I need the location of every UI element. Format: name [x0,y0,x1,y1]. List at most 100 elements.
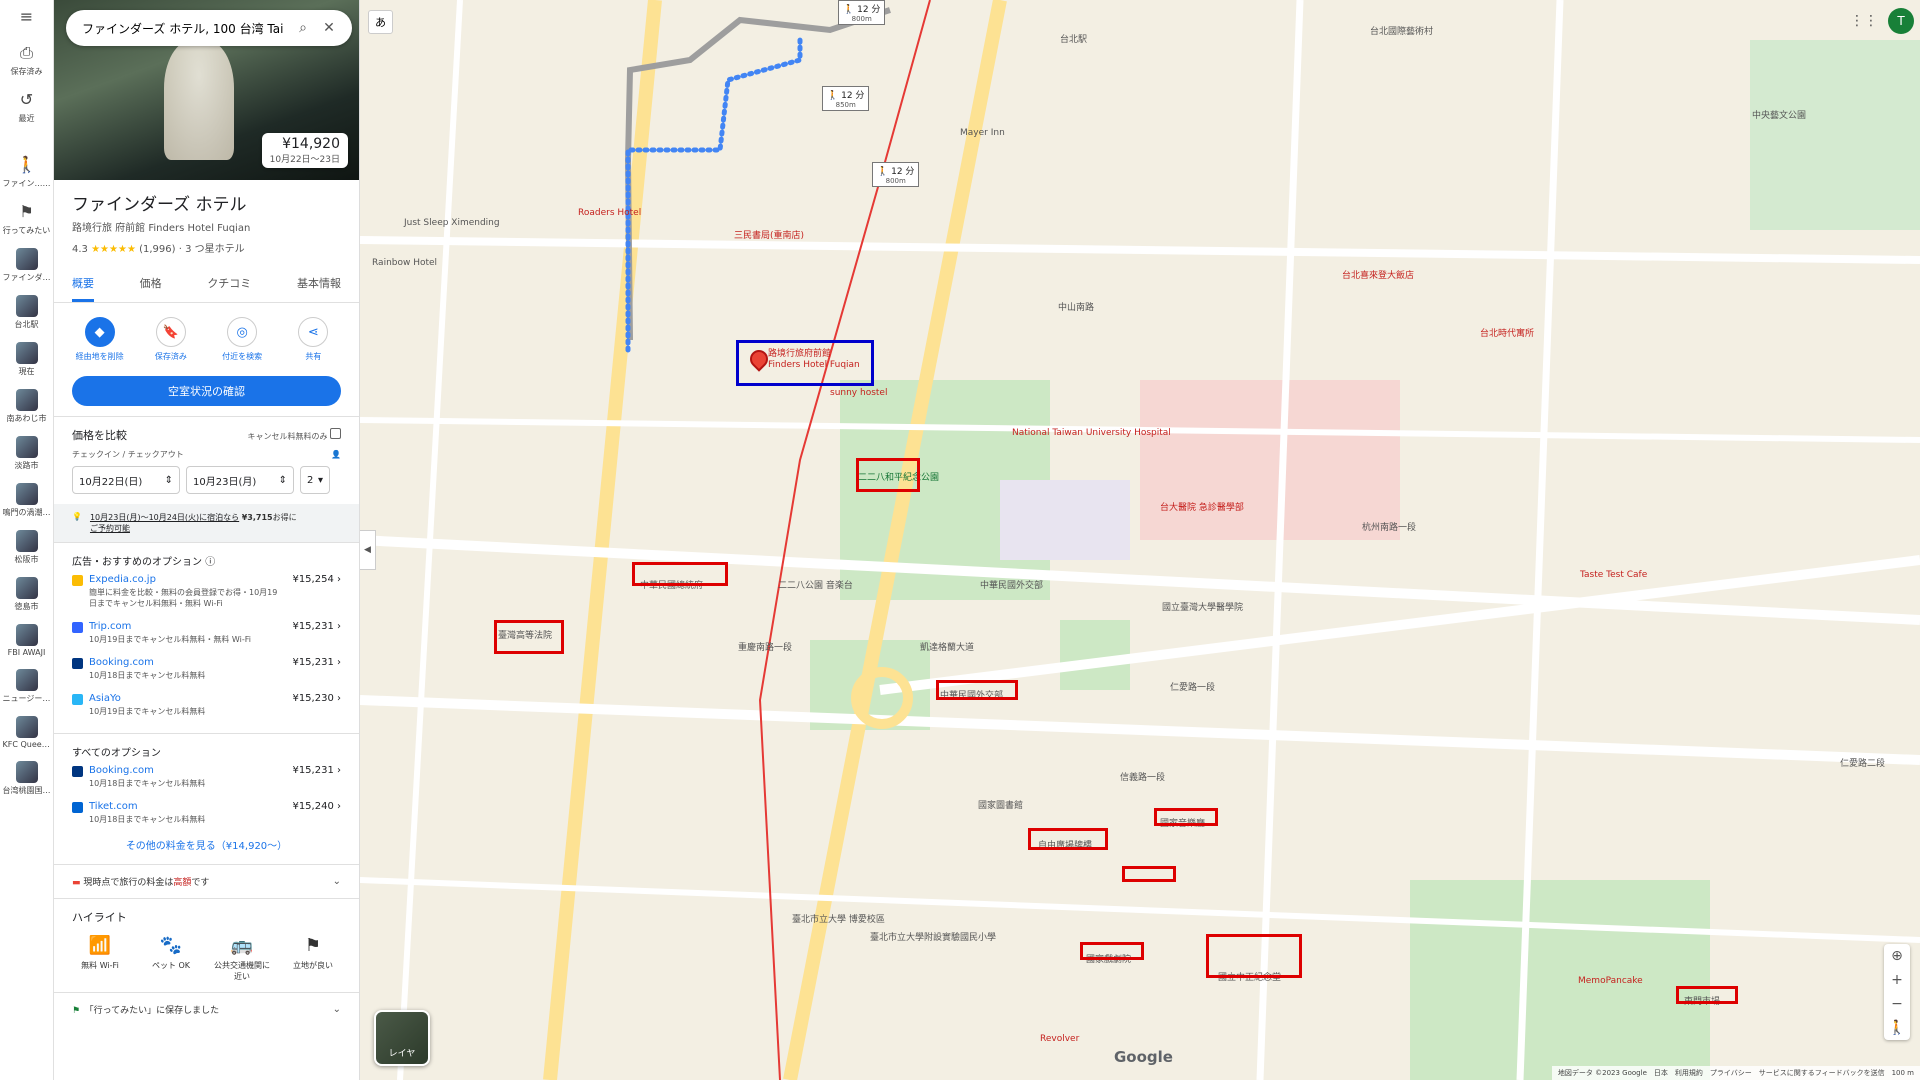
map-canvas[interactable]: あ ⋮⋮ T レイヤ ⊕ + − 🚶 Google 地図データ ©2023 Go… [360,0,1920,1080]
map-place-label[interactable]: Rainbow Hotel [372,258,437,268]
map-footer[interactable]: 地図データ ©2023 Google 日本 利用規約 プライバシー サービスに関… [1551,1066,1920,1080]
compare-title: 価格を比較 [72,429,127,442]
rail-item[interactable]: 南あわじ市 [0,383,53,430]
stepper-icon[interactable]: ⇕ [165,475,173,486]
action-label: 共有 [305,352,322,361]
lightbulb-icon: 💡 [72,512,82,521]
rail-item[interactable]: 鳴門の渦潮 海水浴場 [0,477,53,524]
search-box[interactable]: ⌕ ✕ [66,10,352,46]
rail-item[interactable]: 松阪市 [0,524,53,571]
map-place-label[interactable]: 杭州南路一段 [1362,520,1416,533]
map-place-label[interactable]: 仁愛路一段 [1170,680,1215,693]
rail-item[interactable]: 台北駅 [0,289,53,336]
map-place-label[interactable]: 台北喜來登大飯店 [1342,268,1414,281]
rail-item[interactable]: 🚶 ファイン… 12 分 [0,148,53,195]
map-place-label[interactable]: Just Sleep Ximending [404,218,500,228]
walk-time-callout[interactable]: 🚶 12 分 850m [822,86,870,111]
free-cancel-filter[interactable]: キャンセル料無料のみ [247,428,341,442]
map-place-label[interactable]: 仁愛路二段 [1840,756,1885,769]
map-place-label[interactable]: sunny hostel [830,388,887,398]
offer-row[interactable]: Trip.com 10月19日までキャンセル料無料・無料 Wi-Fi ¥15,231… [72,615,341,651]
map-place-label[interactable]: 臺北市立大學 博愛校區 [792,912,885,925]
free-cancel-checkbox[interactable] [330,428,341,439]
map-place-label[interactable]: 臺北市立大學附設實驗國民小學 [870,930,996,943]
pegman-icon[interactable]: 🚶 [1888,1016,1905,1040]
close-icon[interactable]: ✕ [316,20,342,36]
search-icon[interactable]: ⌕ [290,20,316,36]
rail-item[interactable]: ⚑ 行ってみたい [0,195,53,242]
remove-stop-button[interactable]: ◆ 経由地を削除 [70,317,130,362]
map-place-label[interactable]: Mayer Inn [960,128,1005,138]
map-place-label[interactable]: 國家圖書館 [978,798,1023,811]
saved-note-row[interactable]: ⚑ 「行ってみたい」に保存しました ⌄ [54,992,359,1026]
stepper-icon[interactable]: ⇕ [279,475,287,486]
checkout-field[interactable]: 10月23日(月) ⇕ [186,466,294,494]
rail-item[interactable]: KFC Queenstown [0,710,53,755]
rail-item[interactable]: 淡路市 [0,430,53,477]
hotel-photo[interactable]: ⌕ ✕ ¥14,920 10月22日〜23日 [54,0,359,180]
annotation-box [1154,808,1218,826]
offer-price: ¥15,231 › [292,657,341,668]
tab-overview[interactable]: 概要 [72,269,94,302]
my-location-icon[interactable]: ⊕ [1891,944,1903,968]
map-place-label[interactable]: Revolver [1040,1034,1079,1044]
more-prices-link[interactable]: その他の料金を見る（¥14,920〜） [72,831,341,854]
offer-description: 10月19日までキャンセル料無料・無料 Wi-Fi [89,635,251,644]
check-availability-button[interactable]: 空室状況の確認 [72,376,341,406]
rail-item[interactable]: 台湾桃園国際空港第… [0,755,53,802]
collapse-panel-button[interactable]: ◀ [360,530,376,570]
saved-button[interactable]: 🔖 保存済み [141,317,201,362]
zoom-in-button[interactable]: + [1891,968,1903,992]
rail-item[interactable]: 徳島市 [0,571,53,618]
rail-item[interactable]: ファインダーズ ホテ… [0,242,53,289]
map-place-label[interactable]: 台北國際藝術村 [1370,24,1433,37]
map-place-label[interactable]: 國立臺灣大學醫學院 [1162,600,1243,613]
map-place-label[interactable]: Taste Test Cafe [1580,570,1647,580]
apps-grid-icon[interactable]: ⋮⋮ [1850,13,1878,29]
map-place-label[interactable]: 二二八公園 音楽台 [778,578,853,591]
map-place-label[interactable]: 中山南路 [1058,300,1094,313]
rail-item-label: 行ってみたい [2,226,51,235]
map-place-label[interactable]: 凱達格蘭大道 [920,640,974,653]
rail-item[interactable]: ≡ [0,0,53,36]
map-place-label[interactable]: National Taiwan University Hospital [1012,428,1171,438]
price-level-row[interactable]: ▬ 現時点で旅行の料金は高額です ⌄ [54,864,359,898]
map-place-label[interactable]: 台北駅 [1060,32,1087,45]
rail-item[interactable]: FBI AWAJI [0,618,53,663]
rail-item[interactable]: 現在 [0,336,53,383]
tab-about[interactable]: 基本情報 [297,269,341,302]
guests-select[interactable]: 2 ▾ [300,466,330,494]
search-input[interactable] [82,21,290,35]
map-place-label[interactable]: 信義路一段 [1120,770,1165,783]
map-place-label[interactable]: MemoPancake [1578,976,1643,986]
offer-row[interactable]: Expedia.co.jp 簡単に料金を比較・無料の会員登録でお得・10月19日ま… [72,568,341,615]
info-icon[interactable]: ⓘ [205,557,215,568]
ime-indicator[interactable]: あ [368,10,393,34]
map-place-label[interactable]: 重慶南路一段 [738,640,792,653]
offer-row[interactable]: Booking.com 10月18日までキャンセル料無料 ¥15,231 › [72,759,341,795]
walk-time-callout[interactable]: 🚶 12 分 800m [838,0,886,25]
offer-row[interactable]: Booking.com 10月18日までキャンセル料無料 ¥15,231 › [72,651,341,687]
rail-item[interactable]: ニュージーランド [0,663,53,710]
map-place-label[interactable]: 台大醫院 急診醫學部 [1160,500,1244,513]
search-nearby-button[interactable]: ◎ 付近を検索 [212,317,272,362]
offer-row[interactable]: Tiket.com 10月18日までキャンセル料無料 ¥15,240 › [72,795,341,831]
map-place-label[interactable]: 中央藝文公園 [1752,108,1806,121]
zoom-out-button[interactable]: − [1891,992,1903,1016]
price-tip[interactable]: 💡 10月23日(月)〜10月24日(火)に宿泊なら ¥3,715お得に ご予約可… [54,504,359,542]
share-button[interactable]: ⋖ 共有 [283,317,343,362]
layers-button[interactable]: レイヤ [374,1010,430,1066]
rail-item[interactable]: ↺ 最近 [0,83,53,130]
checkin-field[interactable]: 10月22日(日) ⇕ [72,466,180,494]
map-place-label[interactable]: 中華民國外交部 [980,578,1043,591]
rail-item[interactable]: ⎙ 保存済み [0,36,53,83]
tab-reviews[interactable]: クチコミ [207,269,251,302]
review-count[interactable]: (1,996) [139,244,175,255]
map-place-label[interactable]: 三民書局(重南店) [734,228,804,241]
map-place-label[interactable]: Roaders Hotel [578,208,641,218]
avatar[interactable]: T [1888,8,1914,34]
tab-prices[interactable]: 価格 [140,269,162,302]
map-place-label[interactable]: 台北時代寓所 [1480,326,1534,339]
walk-time-callout[interactable]: 🚶 12 分 800m [872,162,920,187]
offer-row[interactable]: AsiaYo 10月19日までキャンセル料無料 ¥15,230 › [72,687,341,723]
